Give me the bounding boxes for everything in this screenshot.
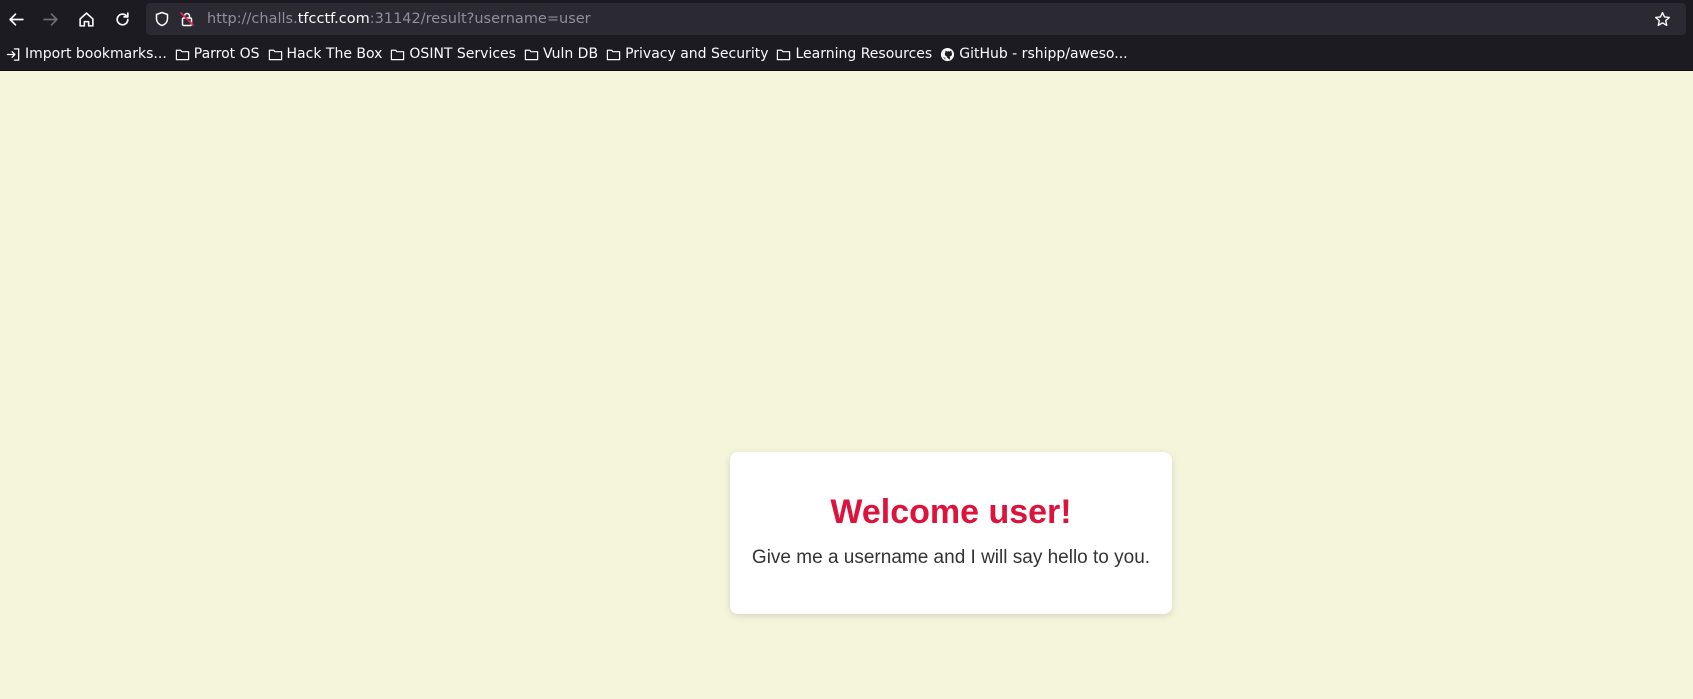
folder-icon	[268, 49, 282, 60]
folder-icon	[175, 49, 189, 60]
folder-icon	[777, 49, 791, 60]
bookmark-folder-osint-services[interactable]: OSINT Services	[388, 41, 522, 67]
bookmarks-toolbar: Import bookmarks... Parrot OS Hack The B…	[0, 38, 1693, 71]
welcome-card: Welcome user! Give me a username and I w…	[730, 452, 1172, 614]
reload-icon	[115, 11, 129, 26]
bookmark-label: Privacy and Security	[625, 46, 769, 62]
reload-button[interactable]	[106, 3, 138, 35]
bookmark-star-button[interactable]	[1646, 3, 1678, 35]
bookmark-import[interactable]: Import bookmarks...	[4, 41, 173, 67]
back-button[interactable]	[0, 3, 32, 35]
url-suffix: :31142/result?username=user	[369, 11, 591, 27]
github-icon	[941, 47, 955, 61]
bookmark-folder-parrot-os[interactable]: Parrot OS	[173, 41, 266, 67]
bookmark-folder-vuln-db[interactable]: Vuln DB	[522, 41, 604, 67]
bookmark-github[interactable]: GitHub - rshipp/aweso...	[938, 41, 1133, 67]
page-content: Welcome user! Give me a username and I w…	[0, 71, 1693, 699]
arrow-left-icon	[8, 12, 24, 26]
bookmark-folder-hack-the-box[interactable]: Hack The Box	[266, 41, 389, 67]
bookmark-label: Parrot OS	[193, 46, 260, 62]
url-text[interactable]: http://challs.tfcctf.com:31142/result?us…	[207, 3, 591, 35]
bookmark-folder-learning-resources[interactable]: Learning Resources	[774, 41, 938, 67]
bookmark-label: Hack The Box	[286, 46, 383, 62]
folder-icon	[391, 49, 405, 60]
navigation-toolbar: http://challs.tfcctf.com:31142/result?us…	[0, 0, 1693, 38]
bookmark-folder-privacy-and-security[interactable]: Privacy and Security	[604, 41, 774, 67]
browser-chrome: http://challs.tfcctf.com:31142/result?us…	[0, 0, 1693, 71]
forward-button[interactable]	[34, 3, 66, 35]
import-icon	[6, 47, 20, 61]
welcome-message: Give me a username and I will say hello …	[751, 547, 1151, 568]
insecure-lock-icon[interactable]	[179, 11, 195, 27]
folder-icon	[524, 49, 539, 60]
bookmark-label: Vuln DB	[542, 46, 599, 62]
arrow-right-icon	[42, 12, 58, 26]
star-icon	[1654, 11, 1670, 26]
bookmark-label: OSINT Services	[409, 46, 516, 62]
home-button[interactable]	[70, 3, 102, 35]
bookmark-label: Learning Resources	[795, 46, 933, 62]
folder-icon	[606, 49, 621, 60]
url-prefix: http://challs.	[207, 11, 298, 27]
url-bar[interactable]: http://challs.tfcctf.com:31142/result?us…	[146, 3, 1686, 35]
bookmark-label: GitHub - rshipp/aweso...	[959, 46, 1128, 62]
home-icon	[78, 11, 94, 27]
bookmark-label: Import bookmarks...	[25, 46, 167, 62]
welcome-heading: Welcome user!	[830, 493, 1072, 531]
shield-icon[interactable]	[154, 11, 170, 27]
url-host: tfcctf.com	[297, 11, 370, 27]
